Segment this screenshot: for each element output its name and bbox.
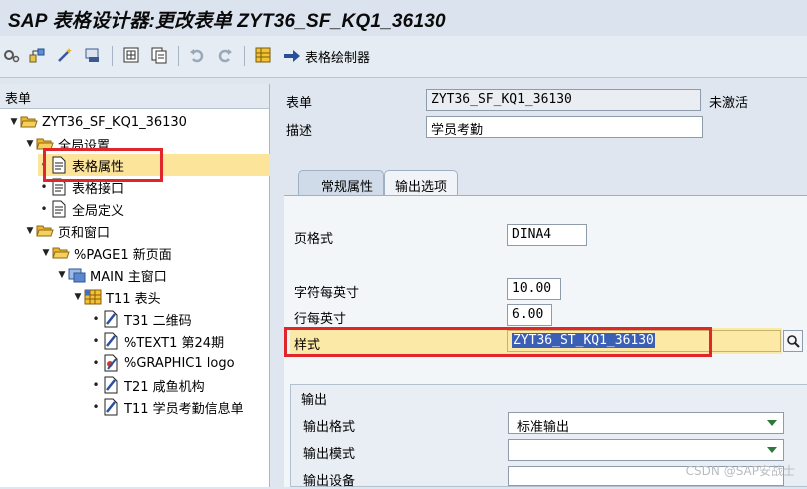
text-edit-icon xyxy=(102,398,120,416)
tab-general-attributes[interactable]: 常规属性 xyxy=(298,170,385,196)
tree-node-label: %PAGE1 新页面 xyxy=(74,247,172,263)
form-tree-panel: 表单 ▼ ZYT36_SF_KQ1_36130 ▼ 全局设置 • 表格属性 • … xyxy=(0,84,270,487)
status-text: 未激活 xyxy=(709,96,749,111)
expand-arrow-icon[interactable]: ▼ xyxy=(56,270,68,280)
text-edit-icon xyxy=(102,332,120,350)
print-preview-icon[interactable] xyxy=(84,46,102,64)
tree-node-text1[interactable]: • %TEXT1 第24期 xyxy=(90,330,224,352)
graphic-icon xyxy=(102,354,120,372)
description-input[interactable]: 学员考勤 xyxy=(426,116,703,138)
tree-node-page1[interactable]: ▼ %PAGE1 新页面 xyxy=(40,242,172,264)
tree-node-global-definitions[interactable]: • 全局定义 xyxy=(38,198,124,220)
application-toolbar: 表格绘制器 xyxy=(0,36,807,78)
grid-icon[interactable] xyxy=(254,46,272,64)
text-edit-icon xyxy=(102,310,120,328)
tree-node-label: 全局定义 xyxy=(72,203,125,219)
highlight-annotation-box xyxy=(43,148,163,182)
tree-node-main-window[interactable]: ▼ MAIN 主窗口 xyxy=(56,264,167,286)
document-icon xyxy=(50,200,68,218)
form-painter-button[interactable]: 表格绘制器 xyxy=(283,46,370,66)
tree-node-label: T31 二维码 xyxy=(124,313,192,329)
lpi-label: 行每英寸 xyxy=(294,312,347,327)
tree-node-label: %GRAPHIC1 logo xyxy=(124,355,235,371)
expand-arrow-icon[interactable]: ▼ xyxy=(40,248,52,258)
tree-node-t21[interactable]: • T21 咸鱼机构 xyxy=(90,374,205,396)
page-format-label: 页格式 xyxy=(294,232,334,247)
page-format-input[interactable]: DINA4 xyxy=(507,224,587,246)
expand-arrow-icon[interactable]: ▼ xyxy=(8,117,20,127)
tab-output-options[interactable]: 输出选项 xyxy=(384,170,459,196)
expand-arrow-icon[interactable]: ▼ xyxy=(24,139,36,149)
hierarchy-icon[interactable] xyxy=(28,46,46,64)
tree-node-pages-windows[interactable]: ▼ 页和窗口 xyxy=(24,220,110,242)
table-icon xyxy=(84,288,102,306)
output-format-dropdown[interactable]: 标准输出 xyxy=(508,412,784,435)
tree-node-label: T11 表头 xyxy=(106,291,161,307)
tree-node-label: 页和窗口 xyxy=(58,225,111,241)
window-icon xyxy=(68,266,86,284)
output-format-label: 输出格式 xyxy=(303,420,356,435)
dropdown-arrow-icon xyxy=(767,420,777,426)
form-label: 表单 xyxy=(286,96,313,111)
tree-node-label: MAIN 主窗口 xyxy=(90,269,167,285)
dropdown-arrow-icon xyxy=(767,447,777,453)
cpi-input[interactable]: 10.00 xyxy=(507,278,561,300)
lpi-input[interactable]: 6.00 xyxy=(507,304,552,326)
tree-header: 表单 xyxy=(0,84,269,109)
output-format-value: 标准输出 xyxy=(517,420,570,435)
search-help-button[interactable] xyxy=(783,330,803,352)
highlight-annotation-box xyxy=(284,327,712,357)
insert-table-icon[interactable] xyxy=(122,46,140,64)
tree-node-t31-qrcode[interactable]: • T31 二维码 xyxy=(90,308,192,330)
magnifier-icon xyxy=(786,334,800,348)
redo-icon[interactable] xyxy=(216,46,234,64)
cpi-label: 字符每英寸 xyxy=(294,286,360,301)
output-device-label: 输出设备 xyxy=(303,474,356,489)
description-label: 描述 xyxy=(286,124,313,139)
arrow-right-icon xyxy=(283,48,301,64)
tree-node-graphic1[interactable]: • %GRAPHIC1 logo xyxy=(90,352,235,374)
tab-strip: 常规属性 输出选项 xyxy=(298,170,459,196)
folder-open-icon xyxy=(20,113,38,131)
expand-arrow-icon[interactable]: ▼ xyxy=(72,292,84,302)
text-edit-icon xyxy=(102,376,120,394)
expand-arrow-icon[interactable]: ▼ xyxy=(24,226,36,236)
undo-icon[interactable] xyxy=(188,46,206,64)
output-group-title: 输出 xyxy=(301,393,328,408)
tree-node-label: %TEXT1 第24期 xyxy=(124,335,225,351)
tree-node-label: T21 咸鱼机构 xyxy=(124,379,205,395)
magic-wand-icon[interactable] xyxy=(56,46,74,64)
settings-icon[interactable] xyxy=(2,46,20,64)
copy-icon[interactable] xyxy=(150,46,168,64)
tree-node-form[interactable]: ▼ ZYT36_SF_KQ1_36130 xyxy=(8,111,187,133)
output-mode-label: 输出模式 xyxy=(303,447,356,462)
form-painter-label: 表格绘制器 xyxy=(305,50,371,66)
folder-open-icon xyxy=(52,244,70,262)
folder-open-icon xyxy=(36,222,54,240)
tree-node-label: T11 学员考勤信息单 xyxy=(124,401,244,417)
form-detail-panel: 表单 ZYT36_SF_KQ1_36130 未激活 描述 学员考勤 常规属性 输… xyxy=(278,84,807,489)
watermark-text: CSDN @SAP安战士 xyxy=(685,464,795,478)
tree-node-t11-header[interactable]: ▼ T11 表头 xyxy=(72,286,161,308)
output-mode-dropdown[interactable] xyxy=(508,439,784,461)
tree-node-t11-attendance[interactable]: • T11 学员考勤信息单 xyxy=(90,396,244,418)
window-title: SAP 表格设计器:更改表单 ZYT36_SF_KQ1_36130 xyxy=(0,0,807,36)
tree-node-label: ZYT36_SF_KQ1_36130 xyxy=(42,114,187,130)
form-name-field: ZYT36_SF_KQ1_36130 xyxy=(426,89,701,111)
